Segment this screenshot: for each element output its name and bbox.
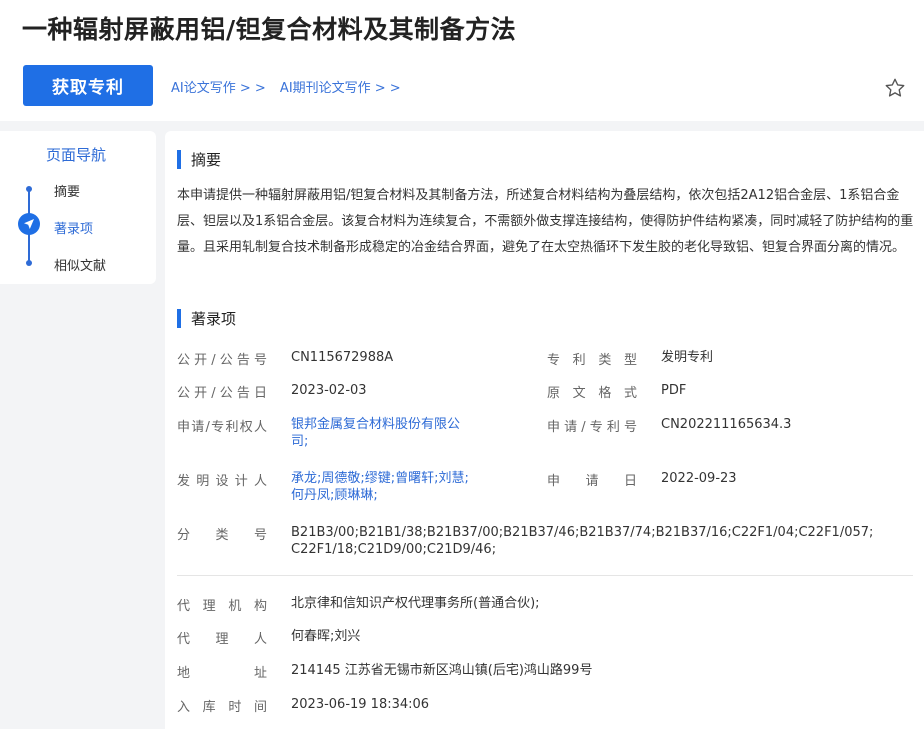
address-value: 214145 江苏省无锡市新区鸿山镇(后宅)鸿山路99号 xyxy=(291,663,593,678)
format-value: PDF xyxy=(661,383,687,398)
bibliographic-heading: 著录项 xyxy=(177,308,236,329)
get-patent-button[interactable]: 获取专利 xyxy=(23,65,153,106)
nav-location-icon xyxy=(18,213,40,235)
page-title: 一种辐射屏蔽用铝/钽复合材料及其制备方法 xyxy=(22,15,517,44)
app-date-label: 申请日 xyxy=(547,474,637,489)
nav-item-abstract[interactable]: 摘要 xyxy=(54,181,80,200)
inventor-label: 发明设计人 xyxy=(177,474,267,489)
nav-dot-abstract xyxy=(26,186,32,192)
storage-time-label: 入库时间 xyxy=(177,700,267,715)
page-header: 一种辐射屏蔽用铝/钽复合材料及其制备方法 获取专利 AI论文写作 > > AI期… xyxy=(0,0,924,121)
app-no-value: CN202211165634.3 xyxy=(661,417,792,432)
ai-paper-writing-link[interactable]: AI论文写作 > > xyxy=(171,81,266,96)
app-no-label: 申请/专利号 xyxy=(547,420,637,435)
agent-value: 何春晖;刘兴 xyxy=(291,629,361,644)
section-divider xyxy=(177,575,913,576)
classification-label: 分类号 xyxy=(177,528,267,543)
pub-no-value: CN115672988A xyxy=(291,350,394,365)
storage-time-value: 2023-06-19 18:34:06 xyxy=(291,697,430,712)
agency-value: 北京律和信知识产权代理事务所(普通合伙); xyxy=(291,596,540,611)
applicant-link[interactable]: 银邦金属复合材料股份有限公 司; xyxy=(291,416,460,450)
abstract-heading: 摘要 xyxy=(177,149,221,170)
page-navigation: 页面导航 摘要 著录项 相似文献 xyxy=(0,131,156,284)
inventors-link[interactable]: 承龙;周德敬;缪键;曾曙轩;刘慧; 何丹凤;顾琳琳; xyxy=(291,470,469,504)
pub-date-label: 公开/公告日 xyxy=(177,386,267,401)
nav-dot-similar xyxy=(26,260,32,266)
patent-type-label: 专利类型 xyxy=(547,353,637,368)
pub-no-label: 公开/公告号 xyxy=(177,353,267,368)
star-outline-icon[interactable] xyxy=(884,77,906,99)
ai-journal-writing-link[interactable]: AI期刊论文写作 > > xyxy=(280,81,401,96)
abstract-text: 本申请提供一种辐射屏蔽用铝/钽复合材料及其制备方法，所述复合材料结构为叠层结构，… xyxy=(177,188,914,255)
applicant-label: 申请/专利权人 xyxy=(177,420,267,435)
nav-item-similar-docs[interactable]: 相似文献 xyxy=(54,255,106,274)
classification-value: B21B3/00;B21B1/38;B21B37/00;B21B37/46;B2… xyxy=(291,525,874,557)
agent-label: 代理人 xyxy=(177,632,267,647)
pub-date-value: 2023-02-03 xyxy=(291,383,367,398)
ai-links: AI论文写作 > > AI期刊论文写作 > > xyxy=(171,77,411,96)
main-content: 摘要 本申请提供一种辐射屏蔽用铝/钽复合材料及其制备方法，所述复合材料结构为叠层… xyxy=(165,131,924,729)
patent-type-value: 发明专利 xyxy=(661,350,714,365)
nav-title: 页面导航 xyxy=(46,146,107,164)
agency-label: 代理机构 xyxy=(177,599,267,614)
app-date-value: 2022-09-23 xyxy=(661,471,737,486)
format-label: 原文格式 xyxy=(547,386,637,401)
nav-item-bibliographic[interactable]: 著录项 xyxy=(54,218,93,237)
address-label: 地址 xyxy=(177,666,267,681)
